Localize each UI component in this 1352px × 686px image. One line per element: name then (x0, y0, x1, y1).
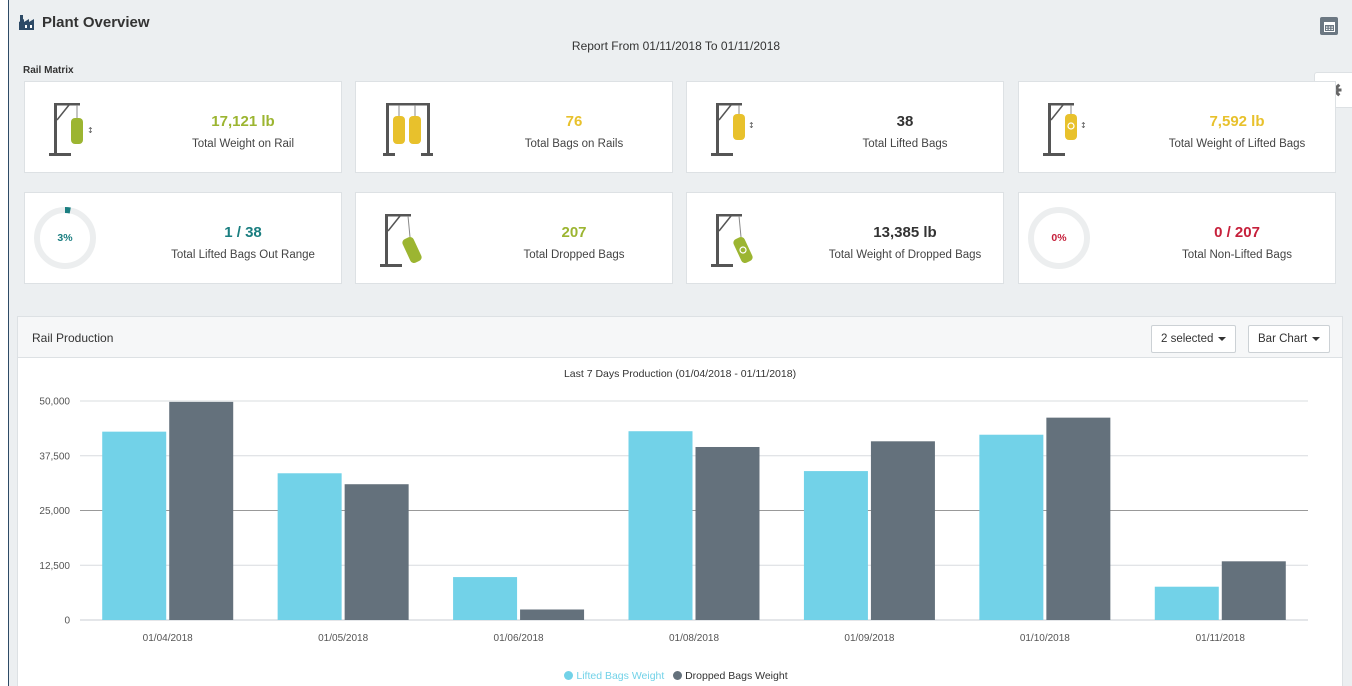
y-tick-label: 0 (64, 616, 70, 627)
bar-chart: Last 7 Days Production (01/04/2018 - 01/… (39, 368, 1308, 644)
y-tick-label: 25,000 (39, 506, 70, 517)
bar-lifted (803, 471, 868, 620)
bar-dropped (1046, 417, 1111, 620)
bar-lifted (102, 431, 167, 620)
x-tick-label: 01/09/2018 (844, 633, 894, 644)
chart-title: Last 7 Days Production (01/04/2018 - 01/… (564, 368, 796, 380)
bar-lifted (277, 473, 342, 620)
bar-dropped (520, 609, 585, 620)
legend-dot (673, 671, 683, 680)
legend-item-dropped[interactable]: Dropped Bags Weight (673, 670, 788, 682)
x-tick-label: 01/11/2018 (1196, 633, 1246, 644)
x-tick-label: 01/05/2018 (318, 633, 368, 644)
chart-legend: Lifted Bags Weight Dropped Bags Weight (0, 670, 1352, 682)
x-tick-label: 01/06/2018 (494, 633, 544, 644)
x-tick-label: 01/08/2018 (669, 633, 719, 644)
x-tick-label: 01/04/2018 (143, 633, 193, 644)
legend-item-lifted[interactable]: Lifted Bags Weight (564, 670, 667, 682)
y-tick-label: 50,000 (39, 397, 70, 408)
bar-dropped (695, 446, 760, 620)
bar-lifted (979, 434, 1044, 620)
x-tick-label: 01/10/2018 (1020, 633, 1070, 644)
legend-label: Dropped Bags Weight (685, 670, 788, 682)
y-tick-label: 37,500 (39, 451, 70, 462)
bar-dropped (169, 401, 234, 620)
bar-lifted (453, 577, 518, 620)
bar-dropped (870, 441, 935, 620)
bar-dropped (344, 484, 409, 620)
y-tick-label: 12,500 (39, 561, 70, 572)
legend-dot (564, 671, 574, 680)
legend-label: Lifted Bags Weight (576, 670, 665, 682)
bar-dropped (1221, 561, 1286, 620)
bar-lifted (628, 431, 693, 620)
bar-lifted (1154, 586, 1219, 620)
